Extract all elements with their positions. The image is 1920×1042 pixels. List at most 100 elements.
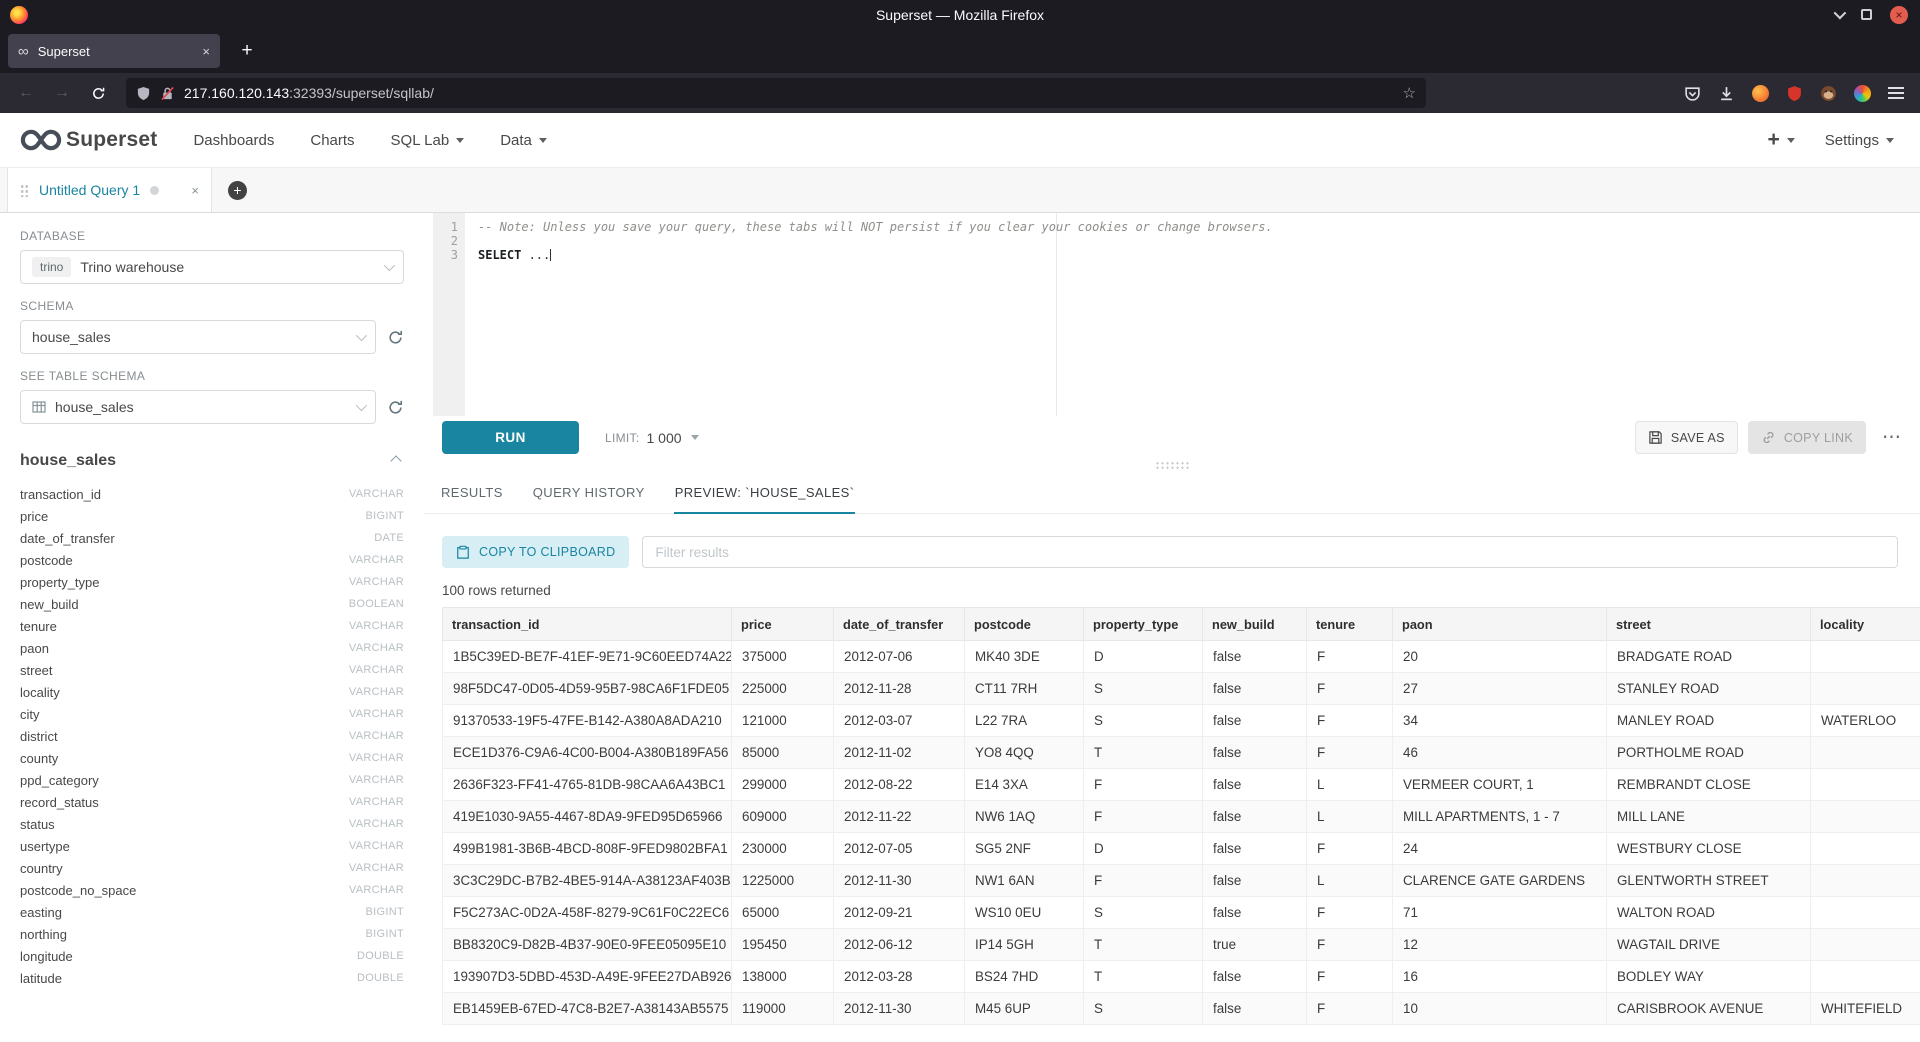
table-cell[interactable]: 2012-11-28 — [834, 673, 965, 705]
table-cell[interactable]: S — [1084, 673, 1203, 705]
table-cell[interactable]: 1225000 — [732, 865, 834, 897]
ublock-extension-icon[interactable] — [1786, 85, 1803, 102]
schema-column-row[interactable]: localityVARCHAR — [20, 681, 404, 703]
table-cell[interactable]: 10 — [1393, 993, 1607, 1025]
table-cell[interactable]: true — [1203, 929, 1307, 961]
table-cell[interactable]: 299000 — [732, 769, 834, 801]
window-maximize-button[interactable] — [1861, 9, 1872, 20]
table-cell[interactable]: 2012-08-22 — [834, 769, 965, 801]
table-cell[interactable]: false — [1203, 705, 1307, 737]
database-select[interactable]: trino Trino warehouse — [20, 250, 404, 284]
superset-logo[interactable]: Superset — [20, 125, 157, 155]
table-cell[interactable]: D — [1084, 641, 1203, 673]
results-tab-0[interactable]: RESULTS — [426, 475, 518, 513]
table-cell[interactable]: 230000 — [732, 833, 834, 865]
schema-column-row[interactable]: latitudeDOUBLE — [20, 967, 404, 989]
table-cell[interactable]: WALTON ROAD — [1607, 897, 1811, 929]
table-cell[interactable] — [1811, 897, 1920, 929]
table-cell[interactable] — [1811, 961, 1920, 993]
table-schema-header[interactable]: house_sales — [20, 452, 404, 470]
schema-column-row[interactable]: cityVARCHAR — [20, 703, 404, 725]
table-cell[interactable]: EB1459EB-67ED-47C8-B2E7-A38143AB5575 — [443, 993, 732, 1025]
table-cell[interactable]: 2012-06-12 — [834, 929, 965, 961]
more-actions-button[interactable]: ⋯ — [1882, 426, 1902, 449]
table-cell[interactable]: 2012-03-28 — [834, 961, 965, 993]
table-cell[interactable] — [1811, 673, 1920, 705]
table-cell[interactable]: 91370533-19F5-47FE-B142-A380A8ADA210 — [443, 705, 732, 737]
column-header[interactable]: paon — [1393, 608, 1607, 641]
table-cell[interactable]: F — [1084, 769, 1203, 801]
table-cell[interactable]: NW1 6AN — [965, 865, 1084, 897]
column-header[interactable]: postcode — [965, 608, 1084, 641]
table-cell[interactable]: 609000 — [732, 801, 834, 833]
table-cell[interactable]: 2012-03-07 — [834, 705, 965, 737]
schema-column-row[interactable]: paonVARCHAR — [20, 637, 404, 659]
table-cell[interactable]: F — [1307, 737, 1393, 769]
table-cell[interactable]: BRADGATE ROAD — [1607, 641, 1811, 673]
schema-column-row[interactable]: longitudeDOUBLE — [20, 945, 404, 967]
window-close-button[interactable]: × — [1890, 6, 1908, 24]
limit-dropdown[interactable]: LIMIT: 1 000 — [605, 430, 699, 446]
pinwheel-extension-icon[interactable] — [1854, 85, 1871, 102]
table-cell[interactable]: S — [1084, 897, 1203, 929]
schema-column-row[interactable]: streetVARCHAR — [20, 659, 404, 681]
table-cell[interactable]: WAGTAIL DRIVE — [1607, 929, 1811, 961]
nav-item-dashboards[interactable]: Dashboards — [193, 132, 274, 149]
copy-to-clipboard-button[interactable]: COPY TO CLIPBOARD — [442, 536, 629, 568]
table-cell[interactable]: 1B5C39ED-BE7F-41EF-9E71-9C60EED74A22 — [443, 641, 732, 673]
table-cell[interactable]: F — [1307, 833, 1393, 865]
table-cell[interactable]: E14 3XA — [965, 769, 1084, 801]
table-cell[interactable]: T — [1084, 737, 1203, 769]
table-cell[interactable]: 121000 — [732, 705, 834, 737]
table-cell[interactable]: S — [1084, 993, 1203, 1025]
table-cell[interactable]: 2012-11-02 — [834, 737, 965, 769]
table-cell[interactable]: GLENTWORTH STREET — [1607, 865, 1811, 897]
forward-button[interactable]: → — [48, 79, 76, 107]
table-cell[interactable]: IP14 5GH — [965, 929, 1084, 961]
table-cell[interactable]: F — [1307, 929, 1393, 961]
pocket-icon[interactable] — [1684, 85, 1701, 102]
table-cell[interactable]: MILL APARTMENTS, 1 - 7 — [1393, 801, 1607, 833]
table-cell[interactable]: 16 — [1393, 961, 1607, 993]
table-cell[interactable]: PORTHOLME ROAD — [1607, 737, 1811, 769]
table-cell[interactable]: STANLEY ROAD — [1607, 673, 1811, 705]
schema-column-row[interactable]: statusVARCHAR — [20, 813, 404, 835]
bookmark-star-icon[interactable]: ☆ — [1403, 84, 1416, 102]
schema-column-row[interactable]: eastingBIGINT — [20, 901, 404, 923]
settings-menu[interactable]: Settings — [1825, 132, 1894, 149]
query-tab-close-icon[interactable]: × — [191, 183, 199, 198]
refresh-schemas-icon[interactable] — [387, 329, 404, 346]
table-cell[interactable]: 119000 — [732, 993, 834, 1025]
new-tab-button[interactable]: + — [232, 36, 262, 66]
table-cell[interactable]: false — [1203, 833, 1307, 865]
table-cell[interactable]: 225000 — [732, 673, 834, 705]
table-cell[interactable]: 65000 — [732, 897, 834, 929]
table-cell[interactable]: 27 — [1393, 673, 1607, 705]
schema-select[interactable]: house_sales — [20, 320, 376, 354]
table-cell[interactable]: 85000 — [732, 737, 834, 769]
tab-close-icon[interactable]: × — [202, 44, 210, 59]
table-cell[interactable]: M45 6UP — [965, 993, 1084, 1025]
new-item-menu[interactable]: + — [1768, 128, 1795, 152]
table-cell[interactable]: 2012-11-22 — [834, 801, 965, 833]
schema-column-row[interactable]: new_buildBOOLEAN — [20, 593, 404, 615]
table-cell[interactable]: 2012-09-21 — [834, 897, 965, 929]
table-cell[interactable]: false — [1203, 801, 1307, 833]
containers-extension-icon[interactable] — [1752, 85, 1769, 102]
back-button[interactable]: ← — [12, 79, 40, 107]
table-cell[interactable]: false — [1203, 641, 1307, 673]
results-table-container[interactable]: transaction_idpricedate_of_transferpostc… — [442, 607, 1920, 1042]
table-cell[interactable]: WATERLOO — [1811, 705, 1920, 737]
url-text[interactable]: 217.160.120.143:32393/superset/sqllab/ — [184, 85, 434, 101]
table-cell[interactable]: 499B1981-3B6B-4BCD-808F-9FED9802BFA1 — [443, 833, 732, 865]
reload-button[interactable] — [84, 79, 112, 107]
table-cell[interactable]: 375000 — [732, 641, 834, 673]
table-cell[interactable]: 2012-07-05 — [834, 833, 965, 865]
table-cell[interactable]: F5C273AC-0D2A-458F-8279-9C61F0C22EC6 — [443, 897, 732, 929]
table-cell[interactable]: MK40 3DE — [965, 641, 1084, 673]
table-cell[interactable]: 2012-11-30 — [834, 865, 965, 897]
table-cell[interactable]: 71 — [1393, 897, 1607, 929]
table-cell[interactable]: L — [1307, 769, 1393, 801]
table-cell[interactable]: CLARENCE GATE GARDENS — [1393, 865, 1607, 897]
table-cell[interactable]: T — [1084, 961, 1203, 993]
